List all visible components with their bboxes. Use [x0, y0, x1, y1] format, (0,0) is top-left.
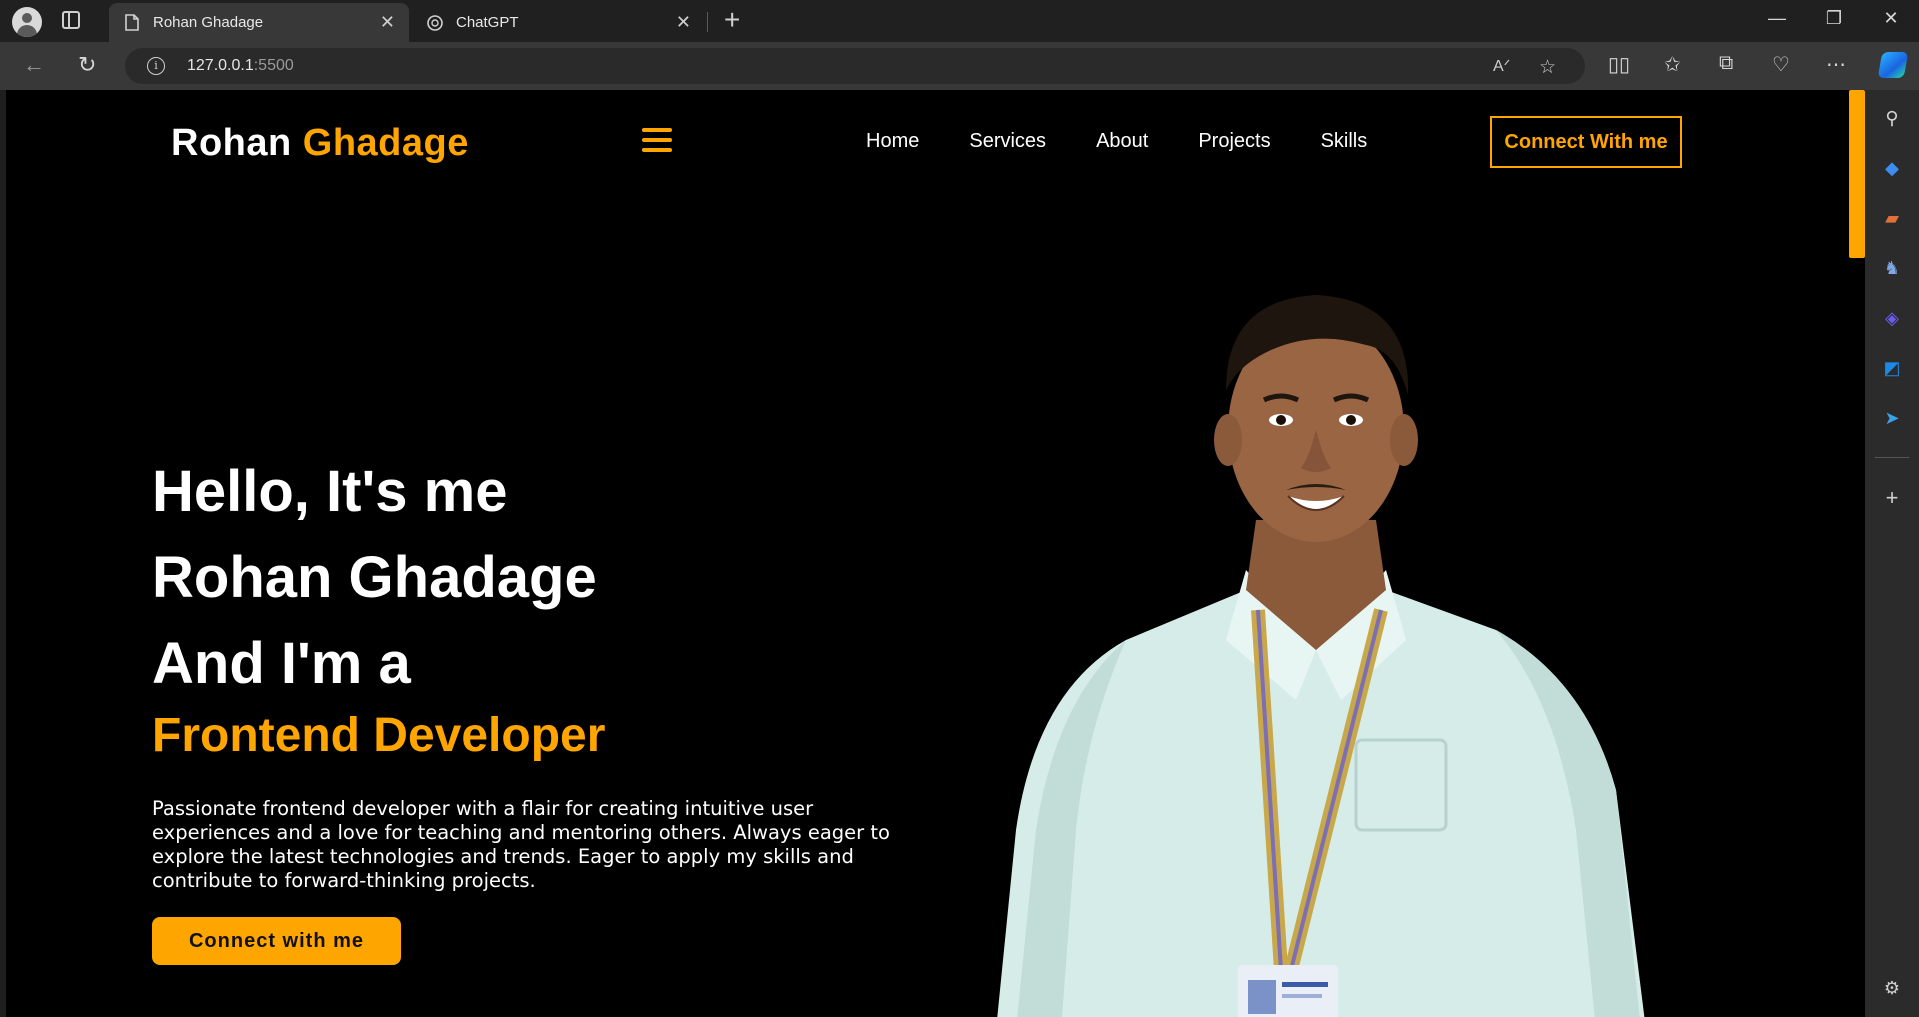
- close-tab-icon[interactable]: ✕: [380, 12, 395, 33]
- tab-bar: Rohan Ghadage ✕ ChatGPT ✕ + — ❐ ✕: [0, 0, 1919, 42]
- hamburger-menu-icon[interactable]: [642, 128, 672, 152]
- send-icon[interactable]: ➤: [1881, 407, 1903, 429]
- favorite-star-icon[interactable]: ☆: [1539, 56, 1556, 79]
- site-info-icon[interactable]: i: [147, 57, 165, 75]
- connect-with-me-button[interactable]: Connect with me: [152, 917, 401, 965]
- tab-actions-icon[interactable]: [62, 11, 80, 29]
- logo-first: Rohan: [171, 122, 292, 164]
- nav-services[interactable]: Services: [969, 130, 1046, 153]
- restore-button[interactable]: ❐: [1814, 8, 1854, 29]
- back-icon[interactable]: ←: [23, 52, 45, 78]
- hero-role: Frontend Developer: [152, 709, 606, 762]
- tab-separator: [707, 12, 708, 32]
- page-icon: [123, 14, 141, 32]
- close-tab-icon[interactable]: ✕: [676, 12, 691, 33]
- tab-title: Rohan Ghadage: [153, 14, 264, 31]
- nav-skills[interactable]: Skills: [1321, 130, 1368, 153]
- settings-gear-icon[interactable]: ⚙: [1881, 977, 1903, 999]
- add-icon[interactable]: +: [1881, 487, 1903, 509]
- tab-title: ChatGPT: [456, 14, 519, 31]
- tab-rohan-ghadage[interactable]: Rohan Ghadage ✕: [109, 3, 409, 42]
- hero-intro: And I'm a: [152, 631, 411, 696]
- scrollbar-thumb[interactable]: [1849, 90, 1865, 258]
- connect-with-me-nav-button[interactable]: Connect With me: [1490, 116, 1682, 168]
- site-logo[interactable]: Rohan Ghadage: [171, 122, 469, 165]
- outlook-icon[interactable]: ◩: [1881, 357, 1903, 379]
- search-icon[interactable]: ⚲: [1881, 107, 1903, 129]
- hero-greeting: Hello, It's me: [152, 459, 508, 524]
- close-window-button[interactable]: ✕: [1871, 8, 1911, 29]
- collections-icon[interactable]: ⧉: [1719, 52, 1733, 75]
- main-nav: Home Services About Projects Skills: [866, 130, 1417, 153]
- nav-home[interactable]: Home: [866, 130, 919, 153]
- browser-toolbar: ← ↻ i 127.0.0.1:5500 Aᐟ ☆ ▯▯ ✩ ⧉ ♡ ⋯: [0, 42, 1919, 90]
- microsoft-365-icon[interactable]: ◈: [1881, 307, 1903, 329]
- sidebar-divider: [1875, 457, 1909, 458]
- shopping-tag-icon[interactable]: ◆: [1881, 157, 1903, 179]
- address-bar[interactable]: i 127.0.0.1:5500 Aᐟ ☆: [125, 48, 1585, 84]
- read-aloud-icon[interactable]: Aᐟ: [1493, 56, 1510, 76]
- chatgpt-icon: [426, 14, 444, 32]
- profile-avatar-icon[interactable]: [12, 7, 42, 37]
- minimize-button[interactable]: —: [1757, 8, 1797, 29]
- more-options-icon[interactable]: ⋯: [1826, 52, 1846, 77]
- games-icon[interactable]: ♞: [1881, 257, 1903, 279]
- url-port: :5500: [253, 57, 294, 74]
- tools-briefcase-icon[interactable]: ▰: [1881, 207, 1903, 229]
- url-host: 127.0.0.1: [187, 57, 254, 74]
- new-tab-button[interactable]: +: [724, 4, 740, 36]
- logo-second: Ghadage: [302, 122, 469, 164]
- copilot-icon[interactable]: [1877, 52, 1909, 78]
- edge-sidebar: ⚲ ◆ ▰ ♞ ◈ ◩ ➤ + ⚙: [1865, 90, 1919, 1017]
- webpage: Rohan Ghadage Home Services About Projec…: [6, 90, 1865, 1017]
- browser-essentials-icon[interactable]: ♡: [1772, 52, 1790, 77]
- hero-name: Rohan Ghadage: [152, 545, 597, 610]
- reload-icon[interactable]: ↻: [78, 52, 96, 78]
- tab-chatgpt[interactable]: ChatGPT ✕: [412, 3, 705, 42]
- split-screen-icon[interactable]: ▯▯: [1608, 52, 1630, 77]
- hero-description: Passionate frontend developer with a fla…: [152, 797, 890, 892]
- profile-photo: [997, 295, 1645, 1017]
- nav-about[interactable]: About: [1096, 130, 1148, 153]
- nav-projects[interactable]: Projects: [1198, 130, 1270, 153]
- url-text[interactable]: 127.0.0.1:5500: [187, 57, 294, 75]
- favorites-icon[interactable]: ✩: [1664, 52, 1681, 77]
